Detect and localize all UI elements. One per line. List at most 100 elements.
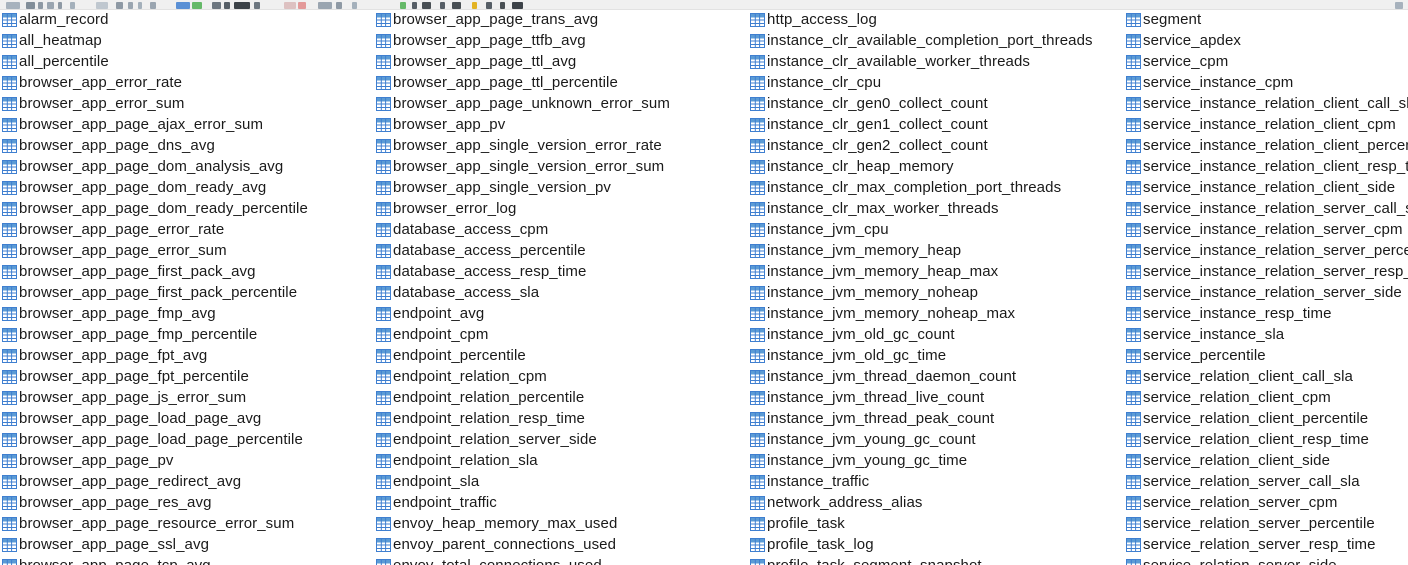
table-list-item[interactable]: envoy_heap_memory_max_used xyxy=(376,513,744,534)
table-list-item[interactable]: instance_clr_max_completion_port_threads xyxy=(750,177,1122,198)
table-list-item[interactable]: service_instance_relation_client_percent… xyxy=(1126,135,1408,156)
table-list-item[interactable]: browser_app_page_ttl_percentile xyxy=(376,72,744,93)
toolbar-icon-13[interactable] xyxy=(212,2,221,9)
table-list-item[interactable]: service_relation_client_percentile xyxy=(1126,408,1408,429)
toolbar-icon-12[interactable] xyxy=(192,2,202,9)
table-list-item[interactable]: service_instance_resp_time xyxy=(1126,303,1408,324)
table-list-item[interactable]: browser_app_error_rate xyxy=(2,72,374,93)
table-list-item[interactable]: browser_app_page_dom_analysis_avg xyxy=(2,156,374,177)
toolbar-icon-18[interactable] xyxy=(298,2,306,9)
table-list-item[interactable]: service_relation_server_percentile xyxy=(1126,513,1408,534)
table-list-item[interactable]: service_relation_client_cpm xyxy=(1126,387,1408,408)
toolbar-icon-27[interactable] xyxy=(472,2,477,9)
toolbar-icon-14[interactable] xyxy=(224,2,230,9)
table-list-item[interactable]: browser_app_page_ttl_avg xyxy=(376,51,744,72)
table-list-item[interactable]: endpoint_relation_server_side xyxy=(376,429,744,450)
table-list-item[interactable]: browser_app_page_first_pack_avg xyxy=(2,261,374,282)
table-list-item[interactable]: browser_app_page_dom_ready_percentile xyxy=(2,198,374,219)
table-list-item[interactable]: browser_app_single_version_error_sum xyxy=(376,156,744,177)
table-list-item[interactable]: browser_app_pv xyxy=(376,114,744,135)
table-list-item[interactable]: browser_app_page_resource_error_sum xyxy=(2,513,374,534)
table-list-item[interactable]: browser_app_page_ttfb_avg xyxy=(376,30,744,51)
table-list-item[interactable]: browser_app_page_ssl_avg xyxy=(2,534,374,555)
table-list-item[interactable]: browser_app_page_pv xyxy=(2,450,374,471)
table-list-item[interactable]: instance_traffic xyxy=(750,471,1122,492)
toolbar-icon-31[interactable] xyxy=(1395,2,1403,9)
table-list-item[interactable]: database_access_cpm xyxy=(376,219,744,240)
toolbar-icon-30[interactable] xyxy=(512,2,523,9)
table-list-item[interactable]: instance_clr_available_worker_threads xyxy=(750,51,1122,72)
table-list-item[interactable]: browser_app_page_first_pack_percentile xyxy=(2,282,374,303)
table-list-item[interactable]: http_access_log xyxy=(750,9,1122,30)
toolbar-icon-5[interactable] xyxy=(70,2,75,9)
table-list-column-4[interactable]: segment service_apdex service_cpm service_i… xyxy=(1126,9,1408,565)
toolbar-icon-17[interactable] xyxy=(284,2,296,9)
toolbar-icon-16[interactable] xyxy=(254,2,260,9)
table-list-item[interactable]: service_relation_server_side xyxy=(1126,555,1408,565)
table-list-item[interactable]: envoy_total_connections_used xyxy=(376,555,744,565)
table-list-item[interactable]: service_instance_relation_client_cpm xyxy=(1126,114,1408,135)
table-list-item[interactable]: service_instance_relation_server_call_sl… xyxy=(1126,198,1408,219)
toolbar-icon-11[interactable] xyxy=(176,2,190,9)
toolbar-icon-29[interactable] xyxy=(500,2,505,9)
table-list-item[interactable]: profile_task_log xyxy=(750,534,1122,555)
toolbar-icon-15[interactable] xyxy=(234,2,250,9)
table-list-item[interactable]: instance_jvm_thread_live_count xyxy=(750,387,1122,408)
table-list-item[interactable]: service_relation_client_resp_time xyxy=(1126,429,1408,450)
toolbar-icon-2[interactable] xyxy=(38,2,43,9)
table-list-item[interactable]: instance_clr_max_worker_threads xyxy=(750,198,1122,219)
table-list-item[interactable]: endpoint_relation_resp_time xyxy=(376,408,744,429)
toolbar-icon-26[interactable] xyxy=(452,2,461,9)
table-list-item[interactable]: service_instance_relation_server_resp_ti… xyxy=(1126,261,1408,282)
table-list-item[interactable]: service_instance_sla xyxy=(1126,324,1408,345)
table-list-item[interactable]: all_percentile xyxy=(2,51,374,72)
table-list-item[interactable]: endpoint_avg xyxy=(376,303,744,324)
table-list-item[interactable]: service_instance_cpm xyxy=(1126,72,1408,93)
table-list-item[interactable]: network_address_alias xyxy=(750,492,1122,513)
table-list-column-2[interactable]: browser_app_page_trans_avg browser_app_pa… xyxy=(376,9,744,565)
table-list-item[interactable]: browser_app_page_fpt_percentile xyxy=(2,366,374,387)
table-list-item[interactable]: instance_jvm_young_gc_time xyxy=(750,450,1122,471)
table-list-item[interactable]: service_instance_relation_client_call_sl… xyxy=(1126,93,1408,114)
toolbar-icon-3[interactable] xyxy=(47,2,54,9)
table-list-item[interactable]: instance_jvm_cpu xyxy=(750,219,1122,240)
table-list-item[interactable]: endpoint_percentile xyxy=(376,345,744,366)
table-list-item[interactable]: database_access_sla xyxy=(376,282,744,303)
table-list-item[interactable]: browser_app_page_res_avg xyxy=(2,492,374,513)
table-list-column-1[interactable]: alarm_record all_heatmap all_percentile bro… xyxy=(2,9,374,565)
table-list-item[interactable]: instance_jvm_memory_heap xyxy=(750,240,1122,261)
table-list-item[interactable]: endpoint_cpm xyxy=(376,324,744,345)
table-list-item[interactable]: browser_error_log xyxy=(376,198,744,219)
toolbar-icon-6[interactable] xyxy=(96,2,108,9)
table-list-column-3[interactable]: http_access_log instance_clr_available_co… xyxy=(750,9,1122,565)
table-list-item[interactable]: profile_task_segment_snapshot xyxy=(750,555,1122,565)
table-list-item[interactable]: service_instance_relation_client_side xyxy=(1126,177,1408,198)
table-list-item[interactable]: service_relation_server_call_sla xyxy=(1126,471,1408,492)
toolbar-icon-4[interactable] xyxy=(58,2,62,9)
table-list-item[interactable]: browser_app_single_version_pv xyxy=(376,177,744,198)
table-list-item[interactable]: browser_app_page_error_sum xyxy=(2,240,374,261)
table-list-item[interactable]: browser_app_page_ajax_error_sum xyxy=(2,114,374,135)
table-list-item[interactable]: service_instance_relation_client_resp_ti… xyxy=(1126,156,1408,177)
table-list-item[interactable]: service_cpm xyxy=(1126,51,1408,72)
table-list-item[interactable]: instance_jvm_thread_peak_count xyxy=(750,408,1122,429)
table-list-item[interactable]: endpoint_relation_cpm xyxy=(376,366,744,387)
table-list-item[interactable]: profile_task xyxy=(750,513,1122,534)
table-list-item[interactable]: browser_app_page_load_page_percentile xyxy=(2,429,374,450)
table-list-item[interactable]: service_instance_relation_server_percent… xyxy=(1126,240,1408,261)
table-list-item[interactable]: service_instance_relation_server_cpm xyxy=(1126,219,1408,240)
table-list-item[interactable]: service_apdex xyxy=(1126,30,1408,51)
table-list-item[interactable]: instance_clr_gen0_collect_count xyxy=(750,93,1122,114)
table-list-item[interactable]: service_relation_server_resp_time xyxy=(1126,534,1408,555)
toolbar-icon-23[interactable] xyxy=(412,2,417,9)
toolbar-icon-10[interactable] xyxy=(150,2,156,9)
table-list-item[interactable]: instance_jvm_old_gc_time xyxy=(750,345,1122,366)
table-list-item[interactable]: instance_clr_gen2_collect_count xyxy=(750,135,1122,156)
table-list-item[interactable]: instance_clr_cpu xyxy=(750,72,1122,93)
table-list-item[interactable]: endpoint_traffic xyxy=(376,492,744,513)
table-list-item[interactable]: envoy_parent_connections_used xyxy=(376,534,744,555)
toolbar-icon-20[interactable] xyxy=(336,2,342,9)
table-list-item[interactable]: browser_app_page_trans_avg xyxy=(376,9,744,30)
toolbar-icon-24[interactable] xyxy=(422,2,431,9)
table-list-item[interactable]: browser_app_error_sum xyxy=(2,93,374,114)
